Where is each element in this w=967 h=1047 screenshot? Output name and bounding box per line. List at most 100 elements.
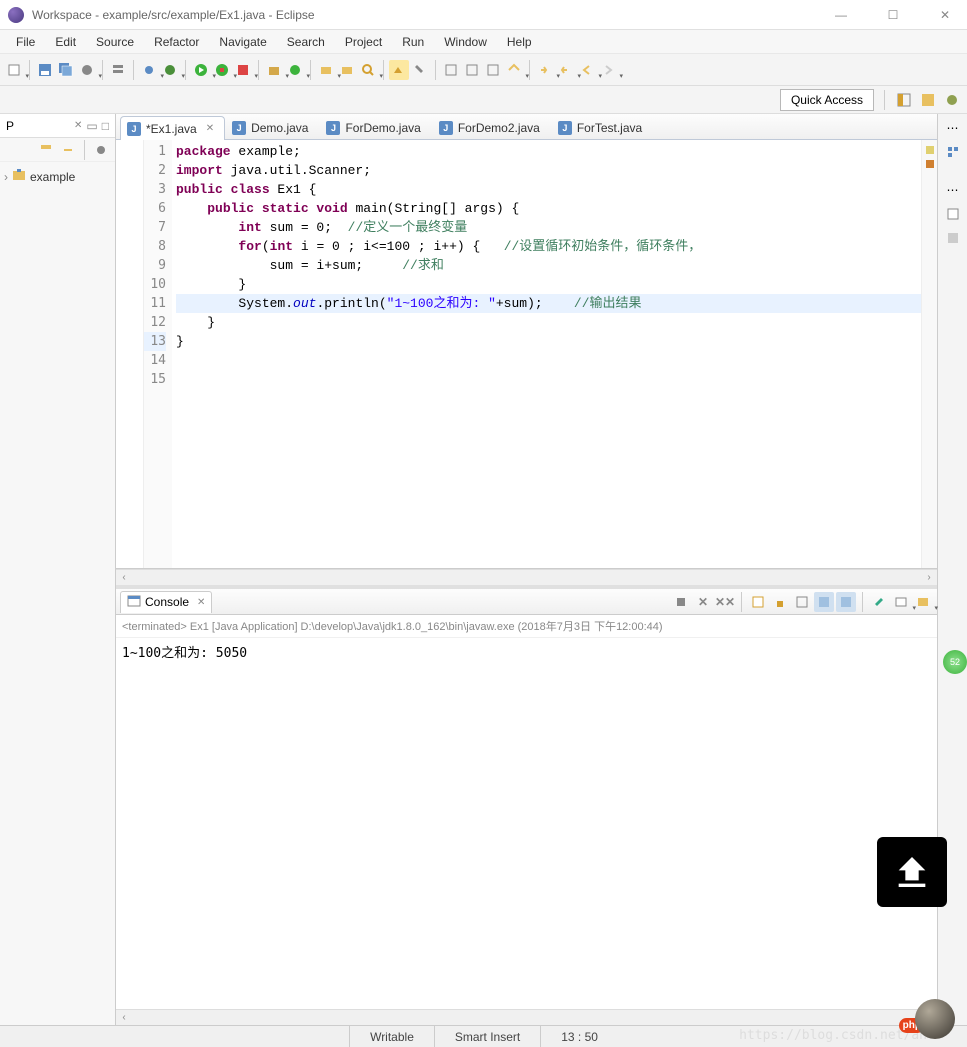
menu-refactor[interactable]: Refactor (146, 33, 207, 51)
upload-icon (892, 852, 932, 892)
menu-edit[interactable]: Edit (47, 33, 84, 51)
last-edit-button[interactable] (556, 60, 576, 80)
open-task-button[interactable] (337, 60, 357, 80)
maximize-button[interactable]: ☐ (879, 8, 907, 22)
open-perspective-button[interactable] (895, 91, 913, 109)
back-button[interactable] (577, 60, 597, 80)
display-console-button[interactable] (891, 592, 911, 612)
task-list-view-button[interactable] (943, 204, 963, 224)
java-file-icon: J (558, 121, 572, 135)
overview-ruler[interactable] (921, 140, 937, 568)
menu-search[interactable]: Search (279, 33, 333, 51)
word-wrap-button[interactable] (792, 592, 812, 612)
clear-console-button[interactable] (748, 592, 768, 612)
view-close-icon[interactable]: ✕ (74, 120, 82, 131)
scroll-lock-button[interactable] (770, 592, 790, 612)
save-button[interactable] (35, 60, 55, 80)
project-tree[interactable]: › example (0, 162, 115, 191)
terminate-button[interactable] (671, 592, 691, 612)
debug-perspective-button[interactable] (943, 91, 961, 109)
editor-tab-label: *Ex1.java (146, 122, 197, 136)
editor-tab-fordemo[interactable]: J ForDemo.java (319, 115, 431, 139)
java-perspective-button[interactable] (919, 91, 937, 109)
editor-horizontal-scrollbar[interactable]: ‹ › (116, 569, 937, 585)
run-button[interactable] (191, 60, 211, 80)
scroll-left-icon[interactable]: ‹ (116, 572, 132, 583)
remove-all-launches-button[interactable]: ✕✕ (715, 592, 735, 612)
tree-item-example[interactable]: › example (4, 166, 111, 187)
status-insert-mode: Smart Insert (434, 1026, 540, 1047)
restore-view-button-2[interactable]: ⋯ (943, 180, 963, 200)
new-java-class-button[interactable] (285, 60, 305, 80)
menu-run[interactable]: Run (394, 33, 432, 51)
expand-icon[interactable]: › (4, 170, 8, 184)
coverage-button[interactable] (212, 60, 232, 80)
block-selection-button[interactable] (504, 60, 524, 80)
scroll-to-top-button[interactable] (877, 837, 947, 907)
pin-editor-button[interactable] (410, 60, 430, 80)
open-type-button[interactable] (316, 60, 336, 80)
editor-tab-fordemo2[interactable]: J ForDemo2.java (432, 115, 551, 139)
next-edit-button[interactable] (535, 60, 555, 80)
menu-help[interactable]: Help (499, 33, 540, 51)
remove-launch-button[interactable]: ✕ (693, 592, 713, 612)
project-explorer-tab-label: P (6, 119, 70, 133)
link-editor-button[interactable] (58, 140, 78, 160)
new-java-package-button[interactable] (264, 60, 284, 80)
java-file-icon: J (127, 122, 141, 136)
console-tab[interactable]: Console ✕ (120, 591, 212, 613)
new-button[interactable] (4, 60, 24, 80)
close-icon[interactable]: ✕ (206, 123, 214, 134)
editor-tab-demo[interactable]: J Demo.java (225, 115, 319, 139)
line-number-column: 1236789101112131415 (144, 140, 172, 568)
scroll-left-icon[interactable]: ‹ (116, 1012, 132, 1023)
view-minimize-icon[interactable]: ▭ (86, 119, 97, 133)
show-standard-out-button[interactable] (814, 592, 834, 612)
code-editor[interactable]: 1236789101112131415 package example;impo… (116, 140, 937, 569)
prev-annotation-button[interactable] (462, 60, 482, 80)
view-menu-button[interactable] (91, 140, 111, 160)
restore-view-button[interactable]: ⋯ (943, 118, 963, 138)
project-icon (12, 168, 26, 185)
skip-breakpoints-button[interactable] (139, 60, 159, 80)
project-explorer-tab[interactable]: P ✕ ▭ □ (0, 114, 115, 138)
editor-tab-ex1[interactable]: J *Ex1.java ✕ (120, 116, 225, 140)
save-all-button[interactable] (56, 60, 76, 80)
menu-project[interactable]: Project (337, 33, 390, 51)
show-standard-err-button[interactable] (836, 592, 856, 612)
search-button[interactable] (358, 60, 378, 80)
editor-tab-fortest[interactable]: J ForTest.java (551, 115, 653, 139)
perspective-button[interactable] (77, 60, 97, 80)
external-tools-button[interactable] (233, 60, 253, 80)
quick-access-button[interactable]: Quick Access (780, 89, 874, 111)
menu-file[interactable]: File (8, 33, 43, 51)
menu-navigate[interactable]: Navigate (211, 33, 274, 51)
console-process-header: <terminated> Ex1 [Java Application] D:\d… (116, 615, 937, 638)
console-horizontal-scrollbar[interactable]: ‹ › (116, 1009, 937, 1025)
minimize-button[interactable]: — (827, 8, 855, 22)
scroll-right-icon[interactable]: › (921, 572, 937, 583)
close-button[interactable]: ✕ (931, 8, 959, 22)
forward-button[interactable] (598, 60, 618, 80)
open-console-button[interactable] (913, 592, 933, 612)
toggle-breadcrumb-button[interactable] (108, 60, 128, 80)
outline-view-button[interactable] (943, 142, 963, 162)
next-annotation-button[interactable] (441, 60, 461, 80)
collapse-all-button[interactable] (36, 140, 56, 160)
console-icon (127, 594, 141, 611)
view-maximize-icon[interactable]: □ (102, 119, 109, 133)
java-file-icon: J (326, 121, 340, 135)
menu-window[interactable]: Window (436, 33, 495, 51)
annotation-gutter[interactable] (116, 140, 144, 568)
tree-item-label: example (30, 170, 75, 184)
pin-console-button[interactable] (869, 592, 889, 612)
menu-source[interactable]: Source (88, 33, 142, 51)
code-area[interactable]: package example;import java.util.Scanner… (172, 140, 921, 568)
show-whitespace-button[interactable] (483, 60, 503, 80)
debug-button[interactable] (160, 60, 180, 80)
toggle-mark-button[interactable] (389, 60, 409, 80)
title-bar: Workspace - example/src/example/Ex1.java… (0, 0, 967, 30)
declaration-view-button[interactable] (943, 228, 963, 248)
console-output[interactable]: 1~100之和为: 5050 (116, 638, 937, 1009)
close-icon[interactable]: ✕ (197, 597, 205, 608)
